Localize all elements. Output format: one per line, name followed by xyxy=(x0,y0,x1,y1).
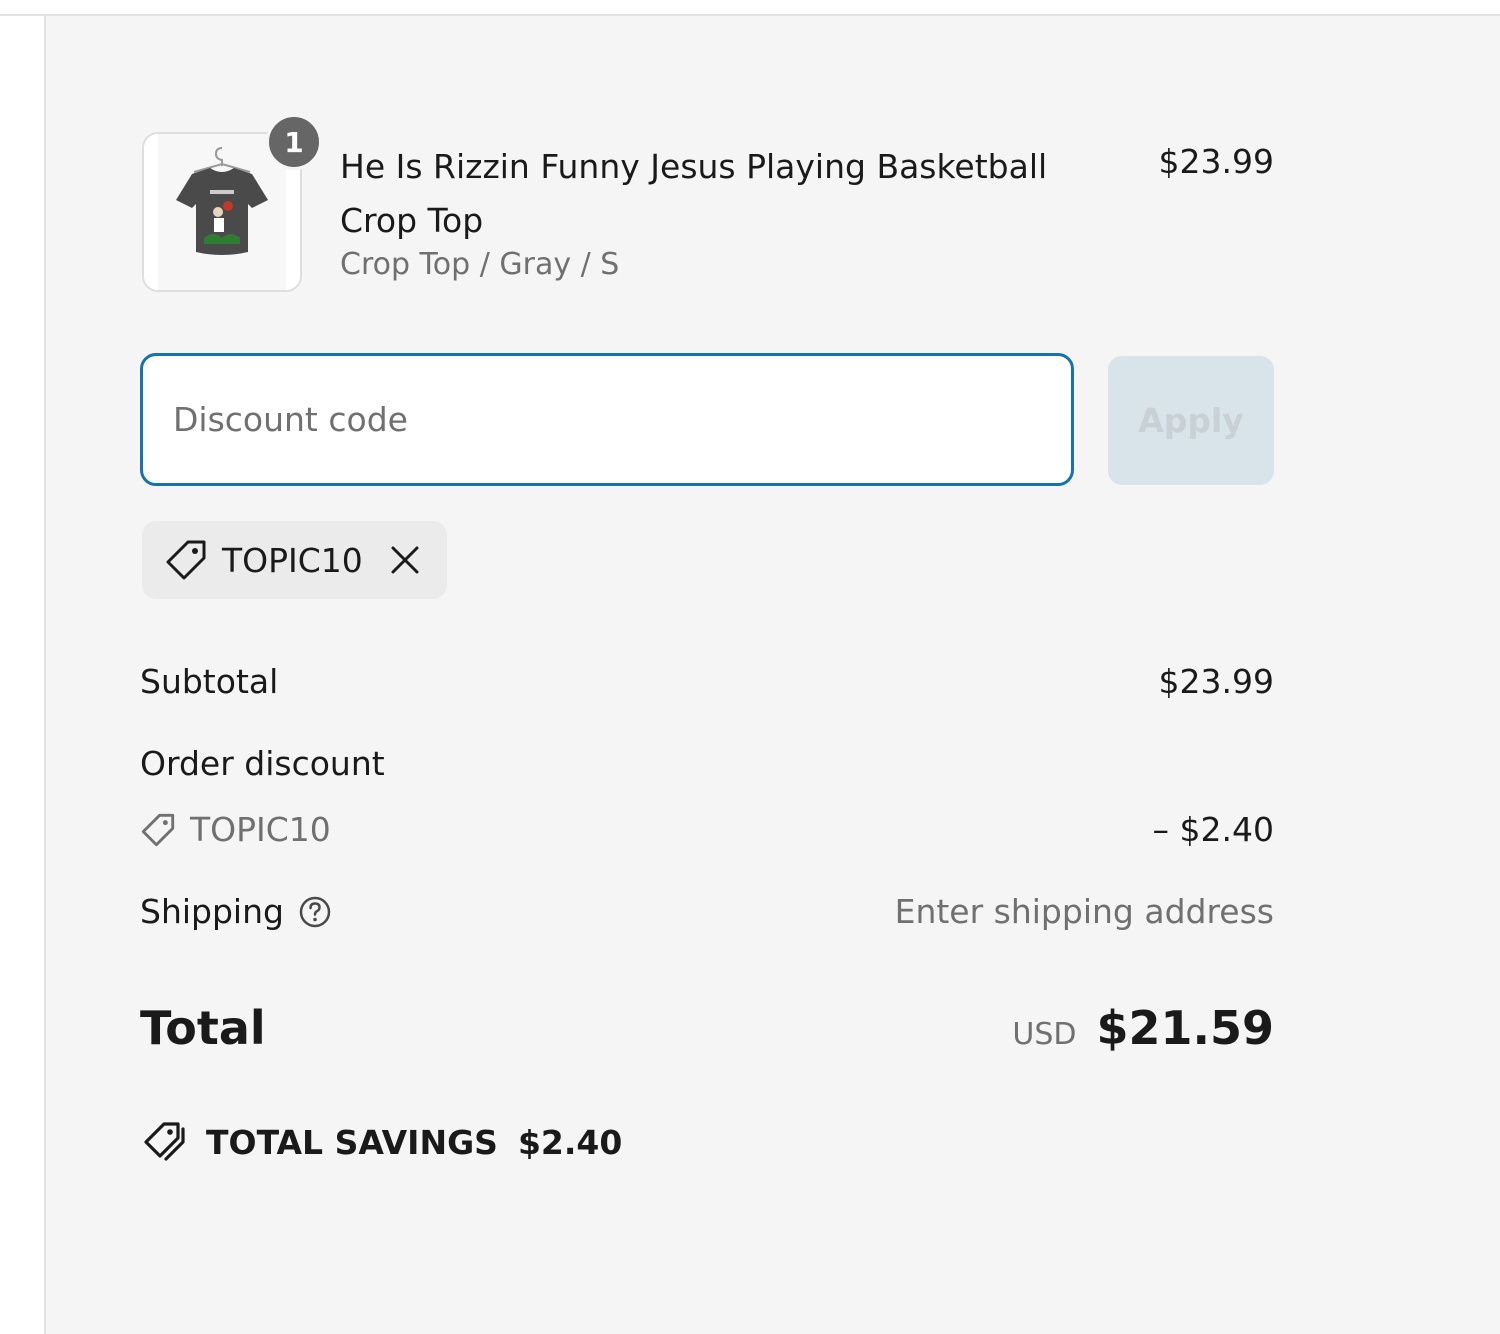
subtotal-label: Subtotal xyxy=(140,662,279,701)
subtotal-value: $23.99 xyxy=(1158,662,1274,701)
shipping-label-group: Shipping xyxy=(140,892,332,931)
total-label: Total xyxy=(140,1001,266,1055)
order-discount-code: TOPIC10 xyxy=(140,810,331,849)
product-variant: Crop Top / Gray / S xyxy=(340,247,620,282)
tag-icon xyxy=(164,538,208,582)
left-column-edge xyxy=(0,16,46,1334)
quantity-badge: 1 xyxy=(266,114,322,170)
order-discount-label: Order discount xyxy=(140,744,385,783)
product-title: He Is Rizzin Funny Jesus Playing Basketb… xyxy=(340,147,1048,240)
total-savings-label: TOTAL SAVINGS xyxy=(206,1122,498,1162)
order-discount-code-label: TOPIC10 xyxy=(190,810,331,849)
total-value-group: USD $21.59 xyxy=(1012,1001,1274,1055)
apply-discount-button[interactable]: Apply xyxy=(1108,356,1274,485)
order-summary-content: 1 He Is Rizzin Funny Jesus Playing Baske… xyxy=(140,0,1274,1334)
order-discount-value: – $2.40 xyxy=(1152,810,1274,849)
discount-code-input[interactable] xyxy=(140,353,1074,486)
remove-code-close-icon[interactable] xyxy=(389,544,421,576)
help-circle-icon[interactable] xyxy=(298,895,332,929)
applied-discount-chip: TOPIC10 xyxy=(142,521,447,599)
cart-line-item: 1 He Is Rizzin Funny Jesus Playing Baske… xyxy=(140,114,1274,295)
total-amount: $21.59 xyxy=(1096,1001,1274,1055)
total-savings: TOTAL SAVINGS $2.40 xyxy=(142,1120,622,1164)
savings-tags-icon xyxy=(142,1120,188,1164)
shipping-value: Enter shipping address xyxy=(894,892,1274,931)
tag-icon xyxy=(140,812,176,848)
shipping-label: Shipping xyxy=(140,892,284,931)
total-currency: USD xyxy=(1012,1017,1077,1052)
applied-code-label: TOPIC10 xyxy=(222,540,363,580)
product-price: $23.99 xyxy=(1158,142,1274,181)
total-savings-value: $2.40 xyxy=(517,1122,623,1162)
